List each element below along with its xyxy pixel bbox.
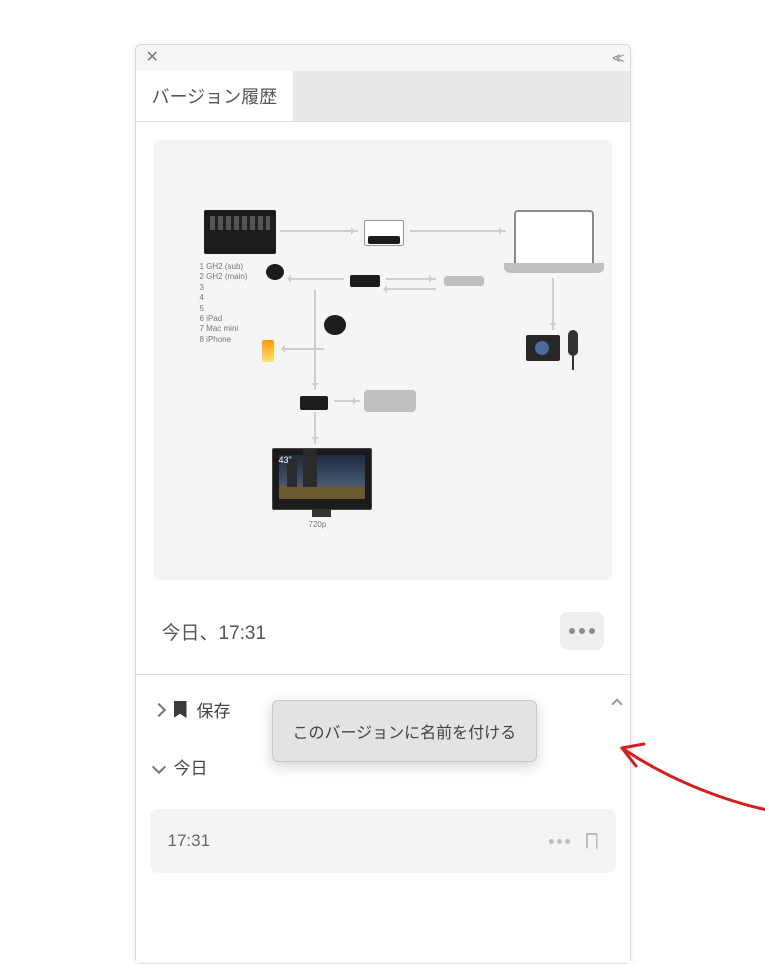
tab-version-history[interactable]: バージョン履歴 <box>136 71 294 121</box>
tabs-filler <box>293 71 629 121</box>
history-item-actions <box>549 833 598 850</box>
chevron-down-icon <box>151 759 165 773</box>
scroll-up-icon[interactable] <box>610 697 624 711</box>
history-item-time: 17:31 <box>168 831 211 851</box>
current-version-row: 今日、17:31 <box>136 598 630 674</box>
today-section-label: 今日 <box>174 754 208 779</box>
preview-area: 1 GH2 (sub) 2 GH2 (main) 3 4 5 6 iPad 7 … <box>136 122 630 598</box>
version-preview[interactable]: 1 GH2 (sub) 2 GH2 (main) 3 4 5 6 iPad 7 … <box>154 140 612 580</box>
titlebar: ✕ << <box>136 45 630 71</box>
saved-section-label: 保存 <box>197 697 231 722</box>
device-list: 1 GH2 (sub) 2 GH2 (main) 3 4 5 6 iPad 7 … <box>200 262 248 345</box>
diagram-thumbnail: 1 GH2 (sub) 2 GH2 (main) 3 4 5 6 iPad 7 … <box>154 140 612 580</box>
tv-size-label: 43" <box>279 455 292 465</box>
collapse-icon[interactable]: << <box>612 50 620 67</box>
chevron-right-icon <box>151 702 165 716</box>
more-button[interactable] <box>560 612 604 650</box>
close-icon[interactable]: ✕ <box>146 50 159 66</box>
current-version-timestamp: 今日、17:31 <box>162 618 267 645</box>
bookmark-outline-icon[interactable] <box>586 833 598 850</box>
history-list: 17:31 <box>136 801 630 963</box>
rename-version-menu-item[interactable]: このバージョンに名前を付ける <box>272 700 538 762</box>
history-item-more-icon[interactable] <box>549 839 570 844</box>
tv-resolution-label: 720p <box>309 520 327 530</box>
version-history-panel: ✕ << バージョン履歴 1 GH2 (sub) <box>135 44 631 964</box>
bookmark-icon <box>174 701 187 718</box>
tabs: バージョン履歴 <box>136 71 630 122</box>
panel-body: 1 GH2 (sub) 2 GH2 (main) 3 4 5 6 iPad 7 … <box>136 122 630 963</box>
history-item[interactable]: 17:31 <box>150 809 616 873</box>
